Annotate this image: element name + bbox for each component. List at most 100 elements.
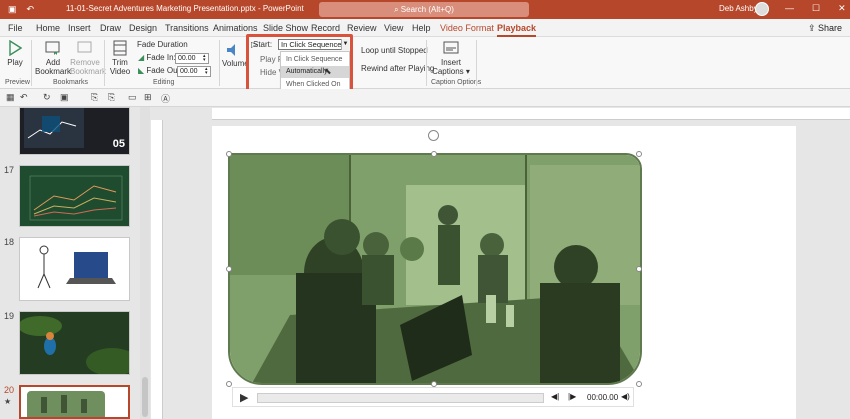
tab-help[interactable]: Help	[412, 23, 431, 33]
layout-icon[interactable]: ▦	[6, 92, 15, 103]
avatar[interactable]	[755, 2, 769, 16]
undo-icon[interactable]: ↶	[20, 92, 28, 103]
vertical-ruler	[151, 120, 163, 419]
format-icon[interactable]: ⎘	[108, 92, 115, 103]
fade-out-input[interactable]: 00.00	[177, 66, 211, 77]
slide-18-image	[37, 245, 116, 289]
tab-animations[interactable]: Animations	[213, 23, 258, 33]
tab-transitions[interactable]: Transitions	[165, 23, 209, 33]
redo-icon[interactable]: ↻	[43, 92, 51, 103]
tab-insert[interactable]: Insert	[68, 23, 91, 33]
document-title: 11-01-Secret Adventures Marketing Presen…	[66, 4, 304, 13]
captions-icon	[443, 41, 459, 54]
video-frame[interactable]	[228, 153, 642, 385]
tab-slide-show[interactable]: Slide Show	[263, 23, 308, 33]
remove-bookmark-label: Remove Bookmark	[70, 58, 107, 76]
slides-panel: 05 17 18 19 20 ★	[0, 107, 150, 419]
start-select[interactable]: In Click Sequence	[278, 39, 348, 50]
step-back-icon[interactable]: ◀|	[551, 392, 559, 401]
ribbon: Play Preview Add Bookmark Remove Bookmar…	[0, 37, 850, 89]
copy-icon[interactable]: ⎘	[91, 92, 98, 103]
share-button[interactable]: ⇪ Share	[808, 23, 842, 34]
slide-16-number-label: 05	[112, 138, 125, 150]
fade-out-icon: ◣	[138, 66, 145, 75]
slide-thumbnail-19[interactable]	[19, 311, 130, 375]
tab-design[interactable]: Design	[129, 23, 157, 33]
tab-home[interactable]: Home	[36, 23, 60, 33]
start-option-in-click-sequence[interactable]: In Click Sequence	[281, 54, 349, 66]
fade-in-label: Fade In:	[146, 53, 176, 62]
slide-thumbnail-16[interactable]: 05	[19, 107, 130, 155]
start-icon: ▷	[251, 40, 258, 49]
step-forward-icon[interactable]: |▶	[568, 392, 576, 401]
play-label: Play	[7, 58, 23, 67]
resize-handle[interactable]	[431, 151, 437, 157]
insert-captions-button[interactable]: Insert Captions ▾	[431, 40, 471, 76]
close-button[interactable]: ✕	[838, 3, 846, 14]
star-icon: ★	[4, 397, 12, 406]
text-icon[interactable]: Ⓐ	[161, 92, 170, 105]
search-placeholder: Search (Alt+Q)	[400, 5, 454, 14]
align-icon[interactable]: ⊞	[144, 92, 152, 103]
scrollbar-thumb[interactable]	[142, 377, 148, 417]
tab-record[interactable]: Record	[311, 23, 340, 33]
search-box[interactable]: ⌕ Search (Alt+Q)	[319, 2, 529, 17]
tab-review[interactable]: Review	[347, 23, 377, 33]
separator	[31, 40, 32, 86]
resize-handle[interactable]	[636, 266, 642, 272]
start-option-automatically[interactable]: Automatically	[281, 66, 349, 78]
add-bookmark-button[interactable]: Add Bookmark	[35, 40, 71, 76]
slide-thumbnail-17[interactable]	[19, 165, 130, 227]
minimize-button[interactable]: —	[785, 3, 794, 14]
trim-video-label: Trim Video	[109, 58, 131, 76]
maximize-button[interactable]: ☐	[812, 3, 820, 14]
present-icon[interactable]: ▣	[60, 92, 69, 103]
fade-in-input[interactable]: 00.00	[175, 53, 209, 64]
loop-until-stopped-checkbox[interactable]: Loop until Stopped	[361, 46, 428, 55]
trim-video-button[interactable]: Trim Video	[108, 40, 132, 76]
volume-button[interactable]: Volume	[222, 43, 249, 68]
share-label: Share	[818, 23, 843, 33]
video-player-controls: ▶ ◀| |▶ 00:00.00 ◀)	[232, 387, 634, 407]
resize-handle[interactable]	[636, 381, 642, 387]
resize-handle[interactable]	[636, 151, 642, 157]
screen-icon[interactable]: ▭	[128, 92, 137, 103]
caption-options-group-label: Caption Options	[431, 79, 482, 86]
rotate-handle-icon[interactable]	[428, 130, 439, 141]
horizontal-ruler	[212, 108, 850, 120]
meeting-video-image	[230, 155, 640, 383]
remove-bookmark-button[interactable]: Remove Bookmark	[70, 40, 106, 76]
resize-handle[interactable]	[226, 266, 232, 272]
tab-view[interactable]: View	[384, 23, 403, 33]
tab-playback[interactable]: Playback	[497, 23, 537, 37]
undo-icon[interactable]: ↶	[27, 4, 35, 15]
slide-19-image	[20, 312, 129, 374]
search-icon: ⌕	[394, 5, 401, 14]
tab-file[interactable]: File	[8, 23, 23, 33]
rewind-after-playing-checkbox[interactable]: Rewind after Playing	[361, 64, 434, 73]
playback-time: 00:00.00	[587, 393, 619, 402]
tab-draw[interactable]: Draw	[100, 23, 121, 33]
preview-group-label: Preview	[5, 79, 30, 86]
volume-icon[interactable]: ◀)	[621, 392, 630, 401]
separator	[219, 40, 220, 86]
user-name[interactable]: Deb Ashby	[719, 4, 758, 13]
seek-bar[interactable]	[257, 393, 544, 403]
slides-panel-scrollbar[interactable]	[140, 107, 150, 419]
resize-handle[interactable]	[226, 151, 232, 157]
slide-number-17: 17	[4, 165, 15, 175]
tab-video-format[interactable]: Video Format	[440, 23, 494, 33]
mouse-cursor-icon: ⬉	[324, 66, 332, 76]
chevron-down-icon: ▾	[463, 67, 470, 76]
insert-captions-label: Insert Captions	[432, 58, 464, 76]
play-icon[interactable]: ▶	[240, 391, 248, 404]
slide-number-18: 18	[4, 237, 15, 247]
save-icon[interactable]: ▣	[8, 4, 17, 15]
play-button[interactable]: Play	[4, 40, 26, 67]
chevron-down-icon[interactable]: ▼	[341, 39, 349, 50]
slide-thumbnail-20[interactable]	[19, 385, 130, 419]
separator	[426, 40, 427, 86]
separator	[104, 40, 105, 86]
slide-thumbnail-18[interactable]	[19, 237, 130, 301]
volume-icon	[227, 44, 235, 56]
